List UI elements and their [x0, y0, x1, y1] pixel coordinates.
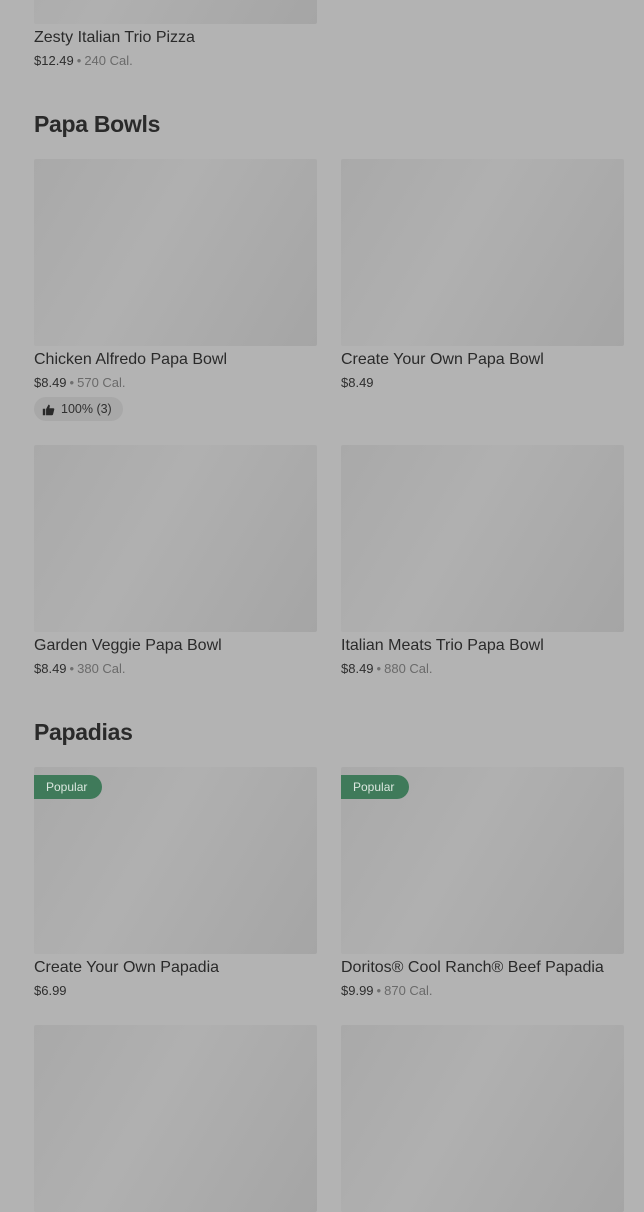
item-image-garden-veggie-papa-bowl[interactable] [34, 445, 317, 632]
item-name-doritos-cool-ranch-beef-papadia[interactable]: Doritos® Cool Ranch® Beef Papadia [341, 958, 604, 978]
item-meta-italian-meats-trio-papa-bowl: $8.49 • 880 Cal. [341, 661, 433, 677]
item-image-next-left[interactable] [34, 1025, 317, 1212]
item-image-chicken-alfredo-papa-bowl[interactable] [34, 159, 317, 346]
item-meta-chicken-alfredo-papa-bowl: $8.49 • 570 Cal. [34, 375, 126, 391]
item-name-chicken-alfredo-papa-bowl[interactable]: Chicken Alfredo Papa Bowl [34, 350, 227, 370]
popular-badge: Popular [34, 775, 102, 799]
separator-dot: • [69, 661, 75, 676]
item-price: $12.49 [34, 53, 74, 68]
popular-badge: Popular [341, 775, 409, 799]
item-meta-create-your-own-papadia: $6.99 [34, 983, 67, 999]
item-calories: 380 Cal. [77, 661, 126, 676]
item-meta-zesty-italian-trio-pizza: $12.49 • 240 Cal. [34, 53, 133, 69]
item-calories: 240 Cal. [84, 53, 133, 68]
item-meta-doritos-cool-ranch-beef-papadia: $9.99 • 870 Cal. [341, 983, 433, 999]
item-name-italian-meats-trio-papa-bowl[interactable]: Italian Meats Trio Papa Bowl [341, 636, 544, 656]
item-meta-create-your-own-papa-bowl: $8.49 [341, 375, 374, 391]
item-name-garden-veggie-papa-bowl[interactable]: Garden Veggie Papa Bowl [34, 636, 222, 656]
separator-dot: • [376, 661, 382, 676]
item-calories: 880 Cal. [384, 661, 433, 676]
section-title-papa-bowls: Papa Bowls [34, 111, 161, 137]
item-name-zesty-italian-trio-pizza[interactable]: Zesty Italian Trio Pizza [34, 28, 195, 48]
item-price: $8.49 [34, 375, 67, 390]
separator-dot: • [376, 983, 382, 998]
item-name-create-your-own-papadia[interactable]: Create Your Own Papadia [34, 958, 219, 978]
item-image-create-your-own-papa-bowl[interactable] [341, 159, 624, 346]
rating-text: 100% (3) [61, 402, 112, 416]
item-price: $9.99 [341, 983, 374, 998]
rating-badge: 100% (3) [34, 397, 123, 421]
item-calories: 870 Cal. [384, 983, 433, 998]
item-name-create-your-own-papa-bowl[interactable]: Create Your Own Papa Bowl [341, 350, 544, 370]
separator-dot: • [69, 375, 75, 390]
item-image-italian-meats-trio-papa-bowl[interactable] [341, 445, 624, 632]
item-calories: 570 Cal. [77, 375, 126, 390]
item-price: $8.49 [34, 661, 67, 676]
item-price: $8.49 [341, 661, 374, 676]
section-title-papadias: Papadias [34, 719, 133, 745]
item-price: $6.99 [34, 983, 67, 998]
thumbs-up-icon [42, 404, 55, 415]
item-meta-garden-veggie-papa-bowl: $8.49 • 380 Cal. [34, 661, 126, 677]
item-price: $8.49 [341, 375, 374, 390]
menu-page: Zesty Italian Trio Pizza $12.49 • 240 Cal.… [0, 0, 644, 1212]
item-image-next-right[interactable] [341, 1025, 624, 1212]
item-image-zesty-italian-trio-pizza[interactable] [34, 0, 317, 24]
separator-dot: • [76, 53, 82, 68]
